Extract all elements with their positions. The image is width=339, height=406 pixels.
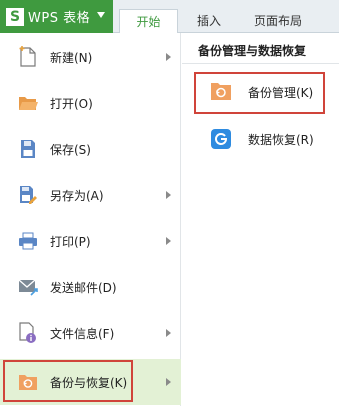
new-document-icon [17, 46, 39, 68]
menu-item-label: 另存为(A) [50, 188, 104, 203]
chevron-right-icon [166, 329, 171, 337]
menu-item-send-mail[interactable]: 发送邮件(D) [0, 264, 181, 310]
submenu-item-label: 数据恢复(R) [248, 132, 314, 147]
app-title: WPS 表格 [28, 11, 91, 26]
open-folder-icon [17, 92, 39, 114]
menu-item-label: 文件信息(F) [50, 326, 115, 341]
chevron-down-icon [97, 12, 105, 18]
submenu-item-backup-manage[interactable]: 备份管理(K) [190, 73, 334, 111]
save-as-icon [17, 184, 39, 206]
tab-page-layout[interactable]: 页面布局 [254, 9, 302, 33]
menu-item-save[interactable]: 保存(S) [0, 126, 181, 172]
chevron-right-icon [166, 191, 171, 199]
backup-manage-icon [210, 81, 232, 103]
chevron-right-icon [166, 378, 171, 386]
submenu-item-data-recovery[interactable]: 数据恢复(R) [190, 120, 334, 158]
panel-title: 备份管理与数据恢复 [198, 44, 307, 58]
tab-insert[interactable]: 插入 [197, 9, 221, 33]
menu-item-print[interactable]: 打印(P) [0, 218, 181, 264]
save-icon [17, 138, 39, 160]
submenu-panel: 备份管理与数据恢复 备份管理(K) 数据恢复(R) [182, 33, 339, 406]
menu-item-label: 打印(P) [50, 234, 91, 249]
menu-item-open[interactable]: 打开(O) [0, 80, 181, 126]
app-menu-button[interactable]: S WPS 表格 [0, 0, 113, 33]
menu-item-label: 发送邮件(D) [50, 280, 117, 295]
chevron-right-icon [166, 53, 171, 61]
ribbon-tab-bar: S WPS 表格 开始 插入 页面布局 [0, 0, 339, 33]
send-mail-icon [17, 276, 39, 298]
wps-logo-icon: S [6, 7, 24, 26]
menu-item-label: 保存(S) [50, 142, 91, 157]
backup-restore-icon [17, 371, 39, 393]
data-recovery-icon [210, 128, 232, 150]
file-info-icon [17, 322, 39, 344]
menu-item-new[interactable]: 新建(N) [0, 34, 181, 80]
menu-item-backup-restore[interactable]: 备份与恢复(K) [0, 359, 181, 405]
menu-item-label: 打开(O) [50, 96, 93, 111]
menu-item-label: 新建(N) [50, 50, 93, 65]
chevron-right-icon [166, 237, 171, 245]
menu-item-file-info[interactable]: 文件信息(F) [0, 310, 181, 356]
file-menu: 新建(N) 打开(O) 保存(S) 另存为(A) 打印(P) 发送邮件(D) 文… [0, 33, 181, 406]
tab-home[interactable]: 开始 [119, 9, 178, 33]
submenu-item-label: 备份管理(K) [248, 85, 314, 100]
menu-item-save-as[interactable]: 另存为(A) [0, 172, 181, 218]
print-icon [17, 230, 39, 252]
menu-item-label: 备份与恢复(K) [50, 375, 128, 390]
panel-divider [182, 63, 339, 64]
